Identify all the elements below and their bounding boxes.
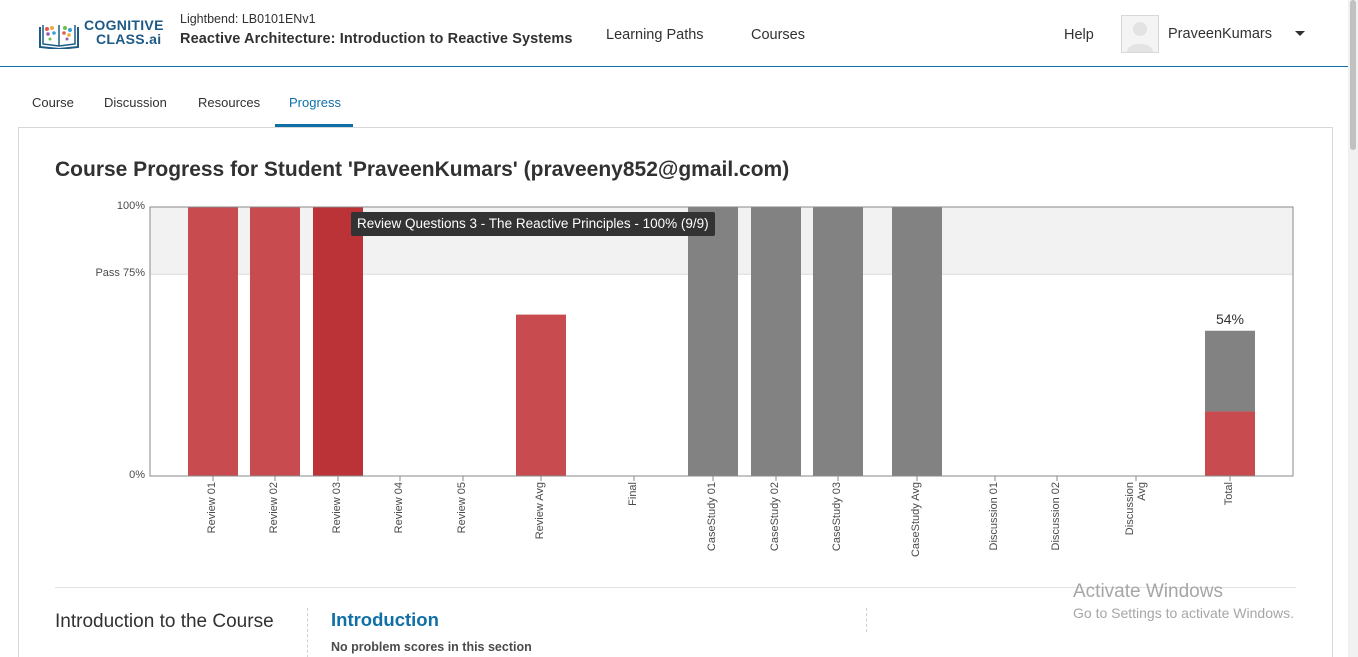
x-tick-label: Discussion 01: [988, 482, 1000, 551]
bar-casestudy-02-remaining[interactable]: [751, 207, 801, 476]
x-tick-label: Review 03: [331, 482, 343, 534]
x-tick-label: Review 05: [456, 482, 468, 534]
bar-review-03-score[interactable]: [313, 207, 363, 476]
y-tick-label: Pass 75%: [95, 267, 145, 280]
x-tick-label: Review 01: [206, 482, 218, 534]
x-tick-label: Discussion 02: [1050, 482, 1062, 551]
x-tick-label: CaseStudy 03: [831, 482, 843, 552]
activate-windows-title: Activate Windows: [1073, 581, 1223, 602]
y-tick-label: 100%: [116, 200, 145, 212]
subsection-link-introduction[interactable]: Introduction: [331, 609, 439, 631]
bar-total-score[interactable]: [1205, 411, 1255, 476]
x-tick-label: Total: [1223, 482, 1235, 506]
bar-review-avg-score[interactable]: [516, 314, 566, 476]
bar-review-01-score[interactable]: [188, 207, 238, 476]
x-tick-label: Review Avg: [534, 482, 546, 540]
column-divider: [866, 608, 867, 632]
y-tick-label: 0%: [129, 469, 145, 481]
column-divider: [307, 608, 308, 657]
x-tick-label: CaseStudy Avg: [910, 482, 922, 558]
bar-total-remaining[interactable]: [1205, 330, 1255, 412]
x-tick-label: Review 04: [393, 482, 405, 534]
bar-casestudy-avg-remaining[interactable]: [892, 207, 942, 476]
total-data-label: 54%: [1215, 310, 1245, 327]
x-tick-label: Final: [627, 482, 639, 506]
activate-windows-subtitle: Go to Settings to activate Windows.: [1073, 605, 1294, 621]
no-scores-text: No problem scores in this section: [331, 640, 532, 654]
x-tick-label: CaseStudy 01: [706, 482, 718, 552]
progress-chart: [149, 206, 1294, 481]
x-tick-label: Review 02: [268, 482, 280, 534]
bar-review-02-score[interactable]: [250, 207, 300, 476]
bar-casestudy-01-remaining[interactable]: [688, 207, 738, 476]
chapter-name: Introduction to the Course: [55, 611, 274, 632]
bar-casestudy-03-remaining[interactable]: [813, 207, 863, 476]
x-tick-label: CaseStudy 02: [769, 482, 781, 552]
bar-tooltip: Review Questions 3 - The Reactive Princi…: [351, 212, 715, 236]
x-tick-label: Discussion Avg: [1124, 482, 1148, 536]
